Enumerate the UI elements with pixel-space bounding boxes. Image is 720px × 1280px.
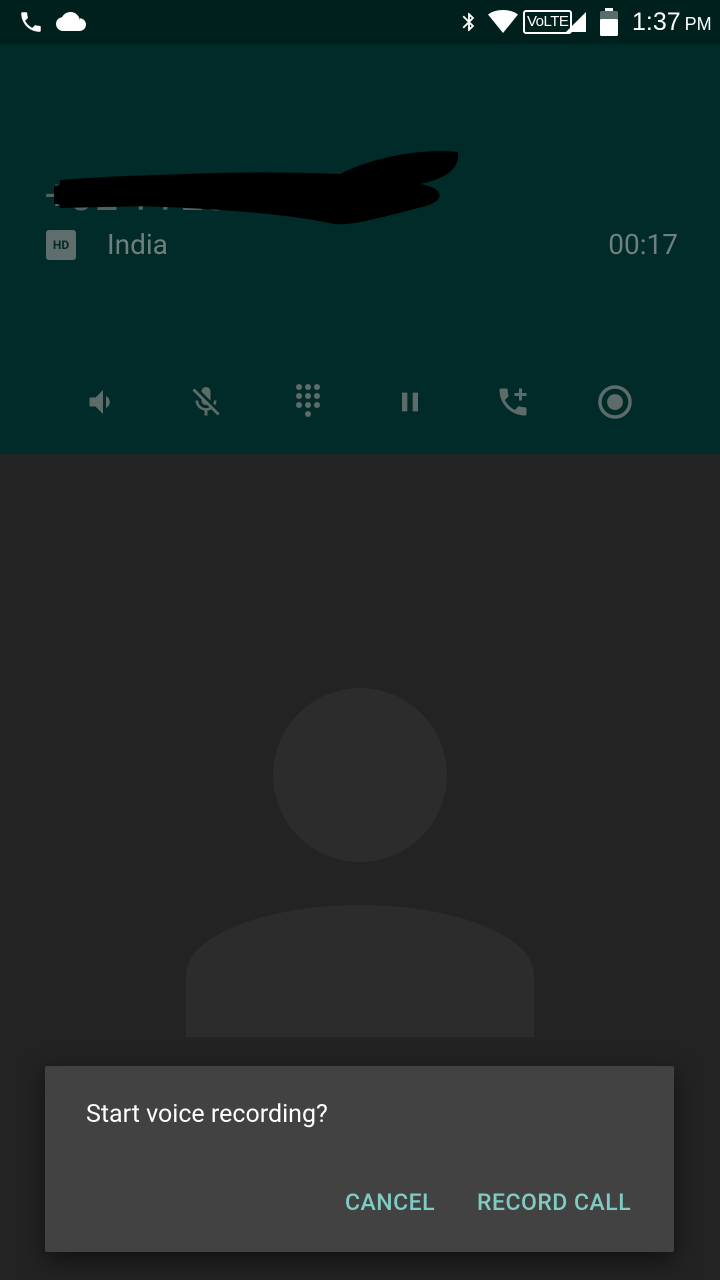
phone-number-redacted: +91 77158 4 (40, 144, 470, 238)
record-call-dialog: Start voice recording? CANCEL RECORD CAL… (45, 1066, 674, 1252)
status-bar: VoLTE 1:37 PM (0, 0, 720, 44)
hold-icon (402, 392, 418, 412)
call-header: +91 77158 4 HD India 00:17 (0, 44, 720, 454)
speaker-button[interactable] (75, 374, 131, 430)
add-call-icon (499, 388, 527, 416)
in-call-screen: VoLTE 1:37PM +91 77158 4 HD India 00:17 (0, 0, 720, 1280)
add-call-button[interactable] (485, 374, 541, 430)
record-call-button[interactable]: RECORD CALL (477, 1184, 631, 1220)
cloud-icon (56, 0, 86, 44)
phone-icon (18, 0, 44, 44)
dialog-message: Start voice recording? (86, 1100, 328, 1129)
signal-icon (564, 0, 588, 44)
hold-button[interactable] (382, 374, 438, 430)
dialpad-icon (296, 384, 320, 417)
battery-icon (600, 0, 618, 44)
cancel-button[interactable]: CANCEL (345, 1184, 435, 1220)
call-location: India (107, 228, 168, 261)
contact-photo-placeholder-body (186, 905, 534, 1037)
record-icon (598, 385, 632, 419)
dialpad-button[interactable] (280, 374, 336, 430)
contact-photo-placeholder-head (273, 688, 447, 862)
status-clock: 1:37 PM (632, 7, 712, 36)
mute-icon (192, 387, 220, 416)
hd-voice-badge: HD (46, 230, 76, 260)
bluetooth-icon (458, 0, 480, 44)
speaker-icon (89, 390, 110, 414)
mute-button[interactable] (178, 374, 234, 430)
record-button[interactable] (587, 374, 643, 430)
call-timer: 00:17 (608, 228, 678, 261)
wifi-icon (488, 0, 518, 44)
